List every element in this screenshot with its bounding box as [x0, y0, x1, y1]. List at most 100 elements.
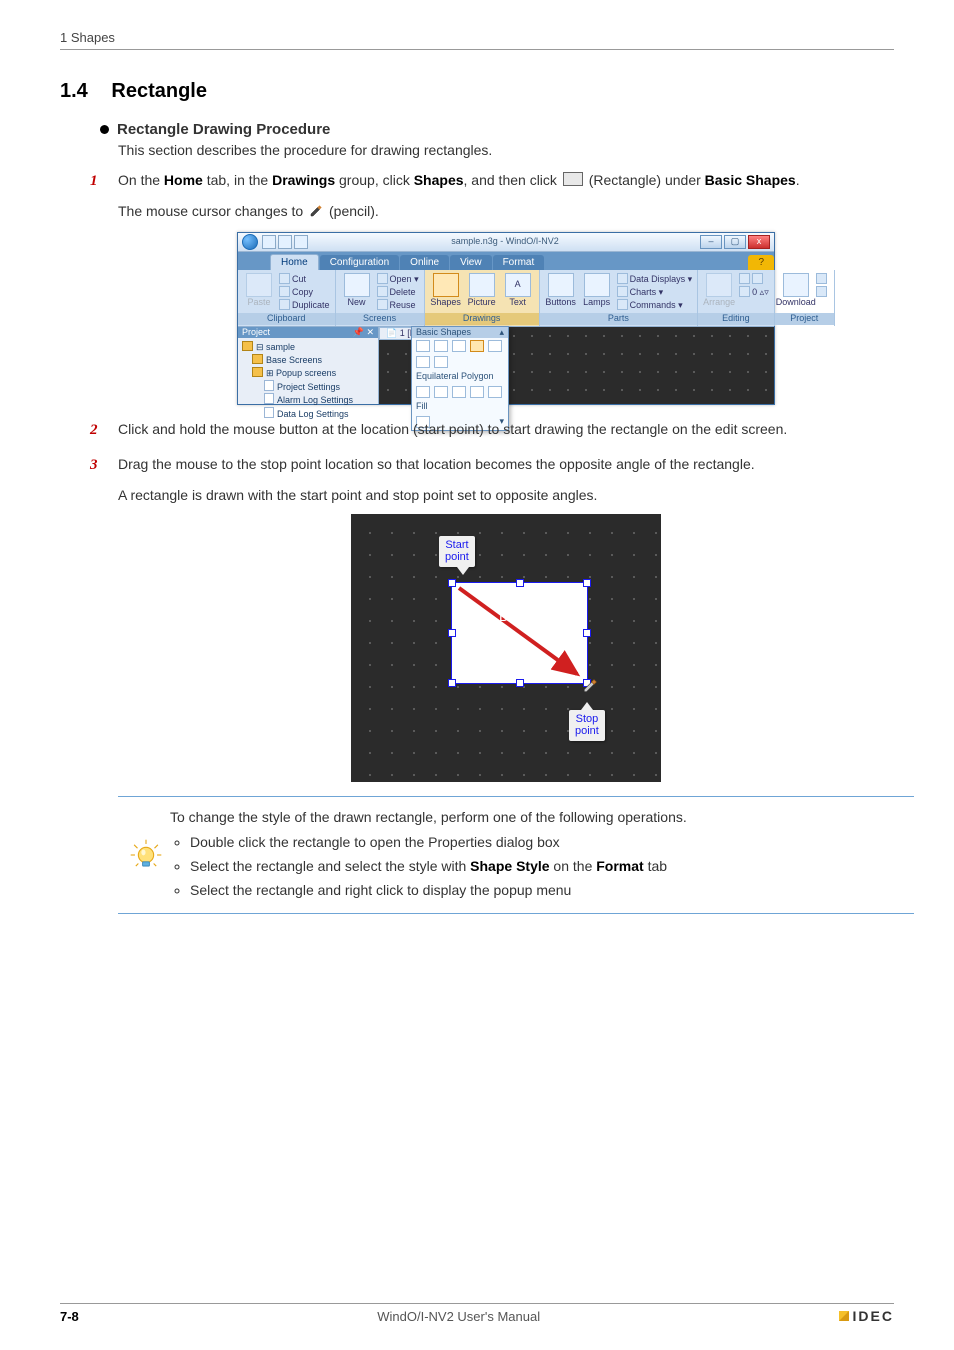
group-label: Project	[775, 313, 834, 325]
tab-online[interactable]: Online	[400, 255, 449, 270]
tip-list: Double click the rectangle to open the P…	[190, 832, 910, 901]
arrange-button[interactable]: Arrange	[703, 273, 735, 308]
zoom-field[interactable]: 0 ▵▿	[739, 286, 769, 298]
drag-diagram: Startpoint Drag Stoppoint	[351, 514, 661, 782]
tree-node[interactable]: Project Settings	[264, 380, 374, 394]
tab-view[interactable]: View	[450, 255, 492, 270]
lightbulb-icon	[122, 807, 170, 904]
reuse-button[interactable]: Reuse	[377, 299, 419, 311]
data-displays-button[interactable]: Data Displays ▾	[617, 273, 693, 285]
triangle-icon[interactable]	[416, 386, 430, 398]
rectangle-icon	[563, 172, 583, 186]
group-label: Parts	[540, 313, 698, 325]
ellipse-icon[interactable]	[488, 340, 502, 352]
cut-button[interactable]: Cut	[279, 273, 330, 285]
tab-home[interactable]: Home	[270, 254, 319, 270]
stop-point-label: Stoppoint	[569, 710, 605, 741]
pencil-icon	[309, 203, 323, 224]
edit-canvas[interactable]: 📄 1 [Base Basic Shapes▴	[379, 327, 774, 404]
panel-pin-icon[interactable]: 📌 ✕	[353, 328, 374, 338]
section-title: Rectangle	[111, 80, 207, 102]
charts-button[interactable]: Charts ▾	[617, 286, 693, 298]
tip-item: Double click the rectangle to open the P…	[190, 832, 910, 854]
group-parts: Buttons Lamps Data Displays ▾ Charts ▾ C…	[540, 270, 699, 326]
step-1: On the Home tab, in the Drawings group, …	[80, 170, 894, 405]
step-3: Drag the mouse to the stop point locatio…	[80, 454, 894, 915]
pie-icon[interactable]	[434, 356, 448, 368]
tip-block: To change the style of the drawn rectang…	[118, 796, 914, 915]
picture-button[interactable]: Picture	[466, 273, 498, 308]
tip-item: Select the rectangle and right click to …	[190, 880, 910, 902]
drag-label: Drag	[499, 606, 529, 627]
group-screens: New Open ▾ Delete Reuse Screens	[336, 270, 425, 326]
collapse-icon[interactable]: ▴	[499, 328, 504, 338]
qat-button[interactable]	[294, 235, 308, 249]
group-clipboard: Paste Cut Copy Duplicate Clipboard	[238, 270, 336, 326]
lamps-button[interactable]: Lamps	[581, 273, 613, 308]
tab-configuration[interactable]: Configuration	[320, 255, 399, 270]
new-button[interactable]: New	[341, 273, 373, 308]
open-button[interactable]: Open ▾	[377, 273, 419, 285]
text-button[interactable]: AText	[502, 273, 534, 308]
close-button[interactable]: x	[748, 235, 770, 249]
copy-button[interactable]: Copy	[279, 286, 330, 298]
duplicate-button[interactable]: Duplicate	[279, 299, 330, 311]
paste-button[interactable]: Paste	[243, 273, 275, 308]
qat-button[interactable]	[278, 235, 292, 249]
hexagon-icon[interactable]	[470, 386, 484, 398]
polygon-icon[interactable]	[452, 340, 466, 352]
group-label: Editing	[698, 313, 774, 325]
step-1-extra: The mouse cursor changes to (pencil).	[118, 201, 894, 224]
download-button[interactable]: Download	[780, 273, 812, 308]
minimize-button[interactable]: –	[700, 235, 722, 249]
page: 1 Shapes 1.4 Rectangle Rectangle Drawing…	[0, 0, 954, 1350]
ribbon-tabs: Home Configuration Online View Format ?	[238, 252, 774, 270]
tip-intro: To change the style of the drawn rectang…	[170, 809, 687, 825]
app-menu-button[interactable]	[242, 234, 258, 250]
maximize-button[interactable]: ▢	[724, 235, 746, 249]
page-number: 7-8	[60, 1309, 79, 1324]
help-button[interactable]: ?	[748, 255, 774, 270]
logo-text: IDEC	[853, 1308, 894, 1324]
dd-basic-shapes-row	[412, 338, 508, 354]
project-item[interactable]	[816, 286, 829, 298]
octagon-icon[interactable]	[488, 386, 502, 398]
dd-header: Basic Shapes	[416, 328, 471, 338]
start-point-label: Startpoint	[439, 536, 475, 567]
ribbon: Paste Cut Copy Duplicate Clipboard	[238, 270, 774, 327]
step-3-text-a: Drag the mouse to the stop point locatio…	[118, 456, 755, 472]
dd-fill-label: Fill	[412, 400, 508, 414]
editing-item[interactable]	[739, 273, 769, 285]
tree-node[interactable]: Alarm Log Settings	[264, 393, 374, 407]
tip-item: Select the rectangle and select the styl…	[190, 856, 910, 878]
idec-logo: IDEC	[839, 1308, 894, 1324]
buttons-button[interactable]: Buttons	[545, 273, 577, 308]
step-2: Click and hold the mouse button at the l…	[80, 419, 894, 440]
diamond-icon[interactable]	[434, 386, 448, 398]
tree-node[interactable]: Base Screens	[252, 354, 374, 367]
delete-button[interactable]: Delete	[377, 286, 419, 298]
group-label: Clipboard	[238, 313, 335, 325]
section-number: 1.4	[60, 80, 88, 102]
tree-node[interactable]: ⊞ Popup screens	[252, 367, 374, 380]
qat-button[interactable]	[262, 235, 276, 249]
panel-title: Project 📌 ✕	[238, 327, 378, 339]
rectangle-icon[interactable]	[470, 340, 484, 352]
shapes-dropdown: Basic Shapes ▴	[411, 326, 509, 432]
content: Rectangle Drawing Procedure This section…	[100, 121, 894, 914]
logo-icon	[839, 1311, 849, 1321]
app-body: Project 📌 ✕ ⊟ sample Base Screens ⊞ Popu…	[238, 327, 774, 404]
line-icon[interactable]	[416, 340, 430, 352]
sub-heading: Rectangle Drawing Procedure	[100, 121, 894, 138]
pencil-cursor-icon	[582, 678, 598, 700]
commands-button[interactable]: Commands ▾	[617, 299, 693, 311]
shapes-button[interactable]: Shapes	[430, 273, 462, 308]
polyline-icon[interactable]	[434, 340, 448, 352]
tab-format[interactable]: Format	[493, 255, 545, 270]
tree-root[interactable]: ⊟ sample	[242, 341, 374, 354]
arc-icon[interactable]	[416, 356, 430, 368]
pentagon-icon[interactable]	[452, 386, 466, 398]
running-header: 1 Shapes	[60, 30, 894, 50]
step-3-text-b: A rectangle is drawn with the start poin…	[118, 485, 894, 506]
project-item[interactable]	[816, 273, 829, 285]
